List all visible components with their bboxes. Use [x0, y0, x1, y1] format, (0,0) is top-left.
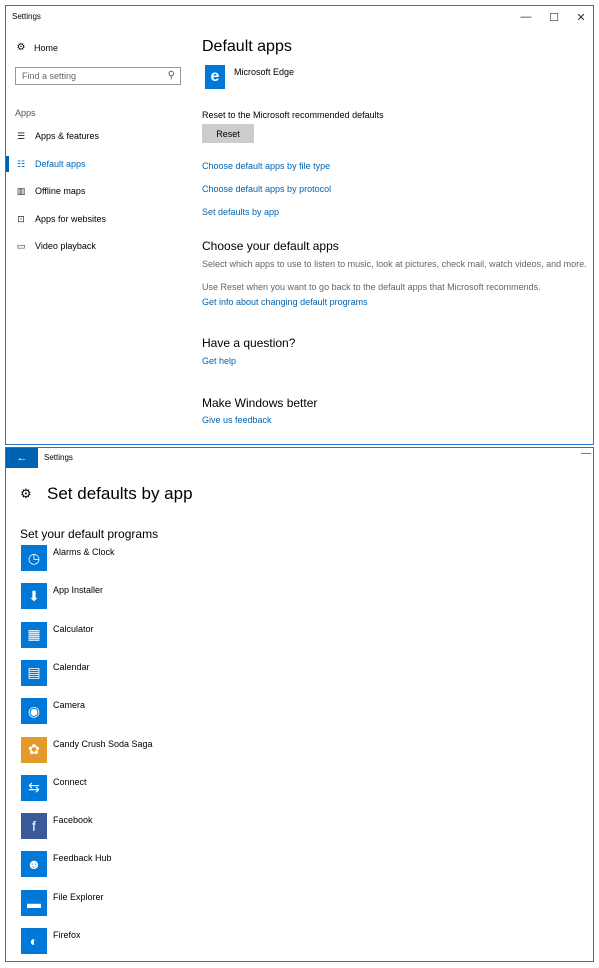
list-item[interactable]: ☻ Feedback Hub	[21, 851, 421, 879]
maximize-button[interactable]: ☐	[540, 6, 568, 28]
app-name: Feedback Hub	[53, 853, 112, 864]
reset-button[interactable]: Reset	[202, 124, 254, 143]
app-name: Facebook	[53, 815, 93, 826]
app-name: Alarms & Clock	[53, 547, 115, 557]
app-name: File Explorer	[53, 891, 104, 902]
choose-description: Select which apps to use to listen to mu…	[202, 259, 587, 269]
list-item[interactable]: ◷ Alarms & Clock	[21, 545, 421, 573]
sidebar-item-label: Offline maps	[35, 186, 86, 196]
home-label: Home	[34, 42, 59, 53]
app-name: Calendar	[53, 661, 90, 672]
app-icon: ◷	[21, 545, 47, 571]
sidebar-item-apps-for-websites[interactable]: ⊡ Apps for websites	[6, 209, 196, 229]
sidebar-item-video-playback[interactable]: ▭ Video playback	[6, 236, 196, 256]
title-bar: Settings — ☐ ✕	[6, 6, 593, 28]
sidebar-item-label: Video playback	[35, 241, 96, 251]
list-item[interactable]: ⬇ App Installer	[21, 583, 421, 611]
reset-info: Use Reset when you want to go back to th…	[202, 282, 541, 292]
web-browser-default[interactable]: e Microsoft Edge	[205, 65, 294, 89]
list-item[interactable]: ▤ Calendar	[21, 659, 421, 688]
browser-name: Microsoft Edge	[234, 67, 295, 77]
app-icon: ☻	[21, 851, 47, 878]
sidebar-item-label: Apps & features	[35, 131, 100, 141]
window-title: Settings	[44, 453, 73, 462]
search-input[interactable]: Find a setting ⚲	[15, 67, 181, 85]
settings-window-set-defaults-by-app: ← Settings — ⚙ Set defaults by app Set y…	[5, 447, 594, 962]
list-item[interactable]: ◐ Firefox	[21, 928, 421, 956]
app-name: Camera	[53, 700, 86, 711]
edge-icon: e	[205, 65, 225, 89]
sidebar-item-label: Apps for websites	[35, 214, 107, 224]
link-set-defaults-by-app[interactable]: Set defaults by app	[202, 207, 279, 217]
settings-window-default-apps: Settings — ☐ ✕ ⚙ Home Find a setting ⚲ A…	[5, 5, 594, 445]
map-icon: ▥	[16, 185, 26, 196]
window-title: Settings	[12, 12, 41, 21]
sidebar: ⚙ Home Find a setting ⚲ Apps ☰ Apps & fe…	[6, 28, 196, 444]
choose-heading: Choose your default apps	[202, 239, 339, 253]
close-button[interactable]: ✕	[567, 6, 593, 28]
website-icon: ⊡	[17, 213, 25, 224]
list-item[interactable]: ▬ File Explorer	[21, 889, 421, 918]
app-name: Candy Crush Soda Saga	[53, 738, 153, 749]
search-icon[interactable]: ⚲	[168, 70, 175, 81]
app-name: App Installer	[53, 585, 104, 596]
page-title: Set defaults by app	[47, 484, 193, 503]
default-apps-icon: ☷	[16, 158, 26, 169]
home-nav[interactable]: ⚙ Home	[15, 42, 59, 53]
windows-better-heading: Make Windows better	[202, 396, 318, 410]
app-icon: ◐	[21, 928, 47, 954]
gear-icon: ⚙	[16, 42, 26, 53]
sidebar-item-default-apps[interactable]: ☷ Default apps	[6, 154, 196, 174]
app-icon: ⬇	[21, 583, 47, 610]
sidebar-item-apps-features[interactable]: ☰ Apps & features	[6, 126, 196, 146]
app-icon: ◉	[21, 698, 47, 725]
list-item[interactable]: f Facebook	[21, 813, 421, 841]
sidebar-item-label: Default apps	[35, 159, 86, 169]
search-placeholder: Find a setting	[22, 71, 77, 81]
minimize-button[interactable]: —	[512, 6, 540, 28]
app-icon: ✿	[21, 736, 47, 763]
app-icon: ▬	[21, 889, 47, 916]
list-item[interactable]: ✿ Candy Crush Soda Saga	[21, 736, 421, 765]
minimize-button[interactable]: —	[581, 448, 591, 459]
video-icon: ▭	[16, 240, 26, 251]
list-item[interactable]: ⇆ Connect	[21, 774, 421, 803]
app-name: Calculator	[53, 623, 94, 634]
page-title: Default apps	[202, 38, 292, 55]
link-get-help[interactable]: Get help	[202, 356, 236, 366]
section-label: Apps	[15, 108, 36, 118]
gear-icon: ⚙	[20, 486, 32, 501]
link-file-type[interactable]: Choose default apps by file type	[202, 161, 330, 171]
link-give-feedback[interactable]: Give us feedback	[202, 415, 272, 425]
link-protocol[interactable]: Choose default apps by protocol	[202, 184, 331, 194]
sidebar-item-offline-maps[interactable]: ▥ Offline maps	[6, 181, 196, 201]
reset-description: Reset to the Microsoft recommended defau…	[202, 110, 384, 120]
app-icon: ⇆	[21, 774, 47, 801]
app-name: Connect	[53, 776, 87, 787]
list-icon: ☰	[16, 130, 26, 141]
list-item[interactable]: ▦ Calculator	[21, 621, 421, 650]
back-button[interactable]: ←	[6, 448, 38, 468]
app-icon: ▤	[21, 659, 47, 686]
section-heading: Set your default programs	[20, 527, 159, 541]
title-bar: ← Settings —	[6, 448, 593, 468]
link-info-default-programs[interactable]: Get info about changing default programs	[202, 297, 368, 307]
app-icon: f	[21, 813, 47, 840]
app-icon: ▦	[21, 621, 47, 648]
list-item[interactable]: ◉ Camera	[21, 698, 421, 726]
question-heading: Have a question?	[202, 336, 296, 350]
app-name: Firefox	[53, 930, 81, 940]
